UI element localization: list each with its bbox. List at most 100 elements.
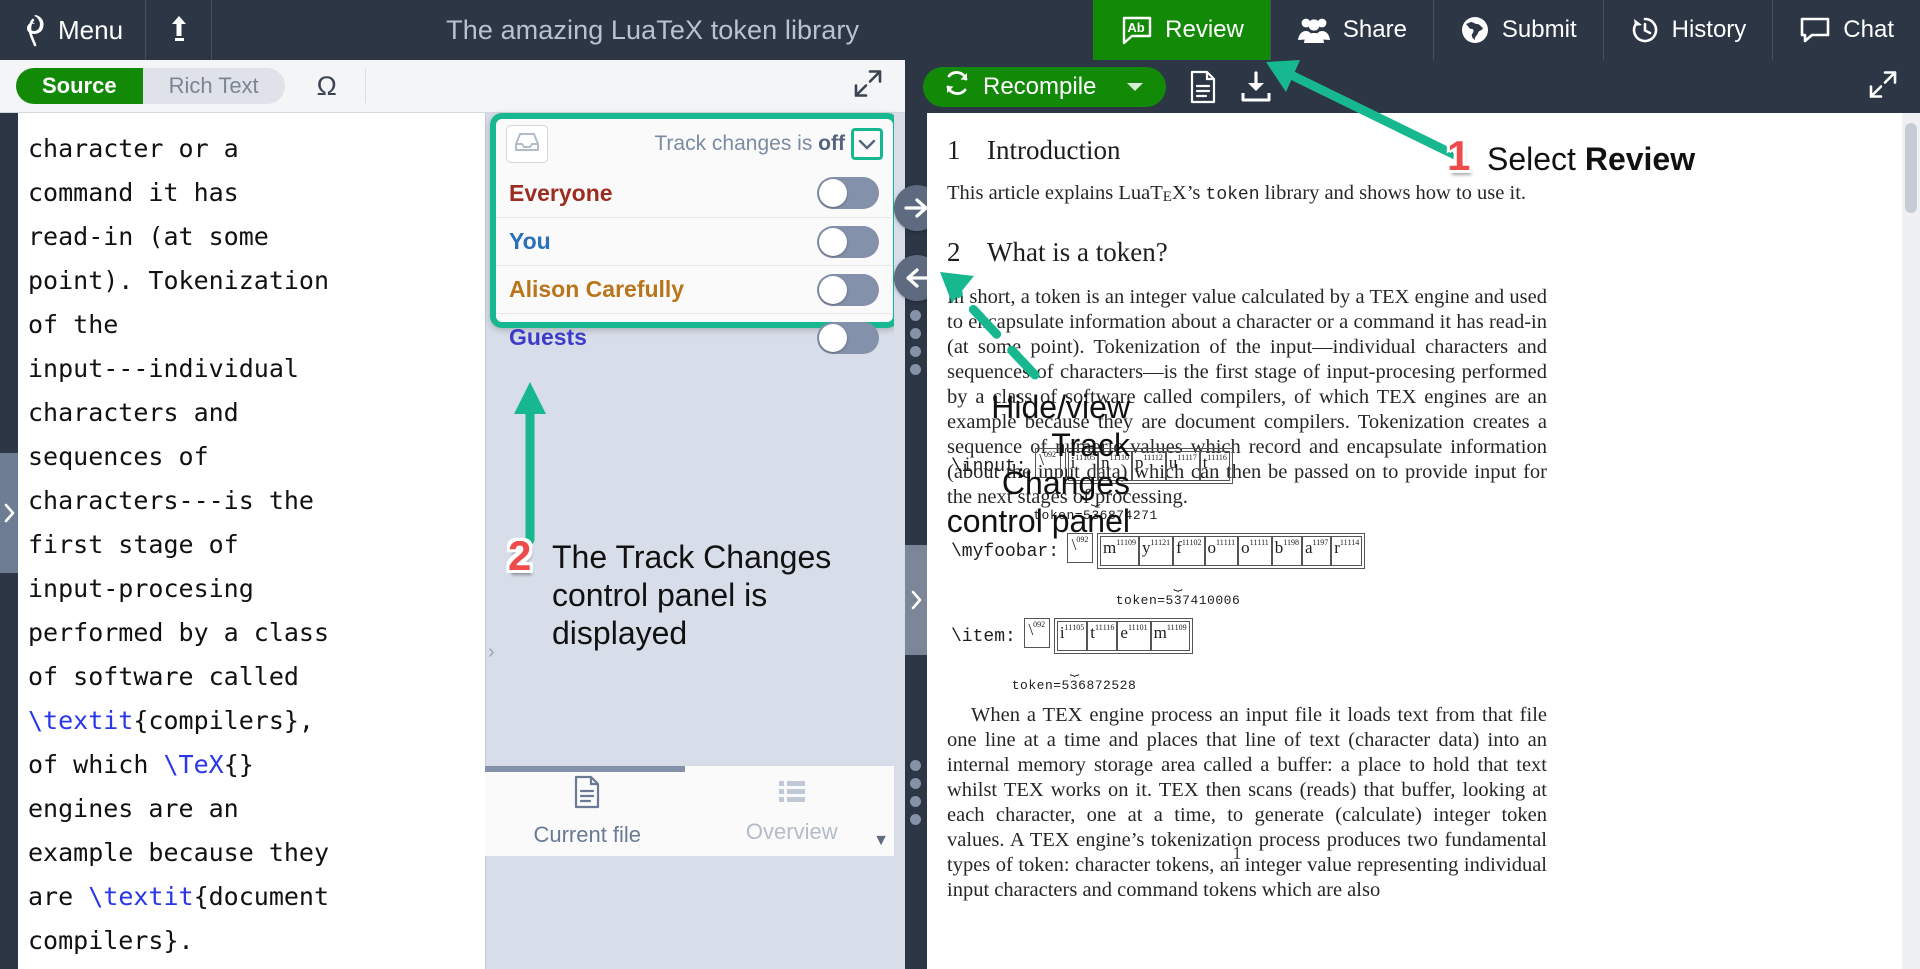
pdf-token-diagram-2: \myfoobar: \ 0 92 m 11 109 y 11 121 f 11 102 o 11… bbox=[951, 533, 1366, 608]
download-pdf-button[interactable] bbox=[1240, 70, 1272, 103]
track-changes-toggle-everyone[interactable] bbox=[817, 177, 879, 209]
inbox-tray-icon-button[interactable] bbox=[506, 125, 548, 163]
code-line: are \textit{document bbox=[28, 882, 330, 911]
pdf-token-diagram-2-label: token=537410006 bbox=[1115, 593, 1241, 608]
code-line: read-in (at some bbox=[28, 222, 269, 251]
tab-source[interactable]: Source bbox=[16, 68, 143, 104]
pdf-intro-pre: This article explains LuaT bbox=[947, 182, 1163, 204]
review-panel-scroll-down-icon[interactable]: ▼ bbox=[873, 832, 889, 850]
track-changes-row-you-label: You bbox=[509, 228, 551, 254]
annotation-text-3: Hide/view Track Changes control panel bbox=[946, 389, 1130, 539]
track-changes-status-value: off bbox=[818, 132, 845, 155]
upload-button[interactable] bbox=[146, 0, 213, 60]
pdf-scrollbar-thumb[interactable] bbox=[1905, 123, 1917, 213]
grip-dots-icon-upper[interactable] bbox=[910, 310, 921, 375]
pdf-intro-paragraph: This article explains LuaTEX’s token lib… bbox=[947, 182, 1527, 205]
annotation-text-1-plain: Select bbox=[1487, 141, 1585, 177]
pdf-heading-2-title: What is a token? bbox=[987, 237, 1168, 267]
source-code-editor[interactable]: character or a command it has read-in (at … bbox=[18, 113, 485, 969]
code-line: engines are an bbox=[28, 794, 239, 823]
pdf-intro-code: token bbox=[1205, 185, 1260, 205]
compile-logs-button[interactable] bbox=[1188, 70, 1218, 104]
pdf-heading-2: 2 What is a token? bbox=[947, 237, 1547, 268]
code-line: example because they bbox=[28, 838, 330, 867]
top-nav-right-group: Ab Review Share Submit History Chat bbox=[1093, 0, 1920, 60]
annotation-text-1: Select Review bbox=[1487, 140, 1787, 178]
recompile-options-caret-icon[interactable] bbox=[1112, 81, 1166, 93]
nav-button-submit-label: Submit bbox=[1501, 16, 1577, 43]
pdf-token-diagram-3-label: token=536872528 bbox=[1011, 678, 1137, 693]
code-line: input-procesing bbox=[28, 574, 254, 603]
code-line: compilers}. bbox=[28, 926, 194, 955]
pane-divider[interactable] bbox=[894, 113, 905, 969]
pdf-paragraph-3: When a TEX engine process an input file … bbox=[947, 704, 1547, 901]
pdf-token-diagram-3: \item: \ 0 92 i 11 105 t 11 116 e 11 101 m 11 109 … bbox=[951, 618, 1193, 693]
top-nav-left-group: Menu bbox=[0, 0, 213, 60]
recompile-button[interactable]: Recompile bbox=[923, 66, 1167, 107]
review-panel-tab-indicator bbox=[485, 766, 685, 772]
nav-button-chat[interactable]: Chat bbox=[1772, 0, 1920, 60]
code-line: command it has bbox=[28, 178, 239, 207]
top-navigation-bar: Menu The amazing LuaTeX token library Ab… bbox=[0, 0, 1920, 60]
track-changes-row-everyone: Everyone bbox=[496, 169, 893, 217]
nav-button-share-label: Share bbox=[1342, 16, 1407, 43]
tab-current-file-label: Current file bbox=[533, 822, 642, 847]
pdf-preview-pane[interactable]: 1 Introduction This article explains LuaT… bbox=[927, 113, 1920, 969]
svg-text:Ab: Ab bbox=[1128, 20, 1145, 35]
document-icon bbox=[572, 775, 602, 815]
token-char-group: m 11 109 y 11 121 f 11 102 o 11 111 o 11 111 b 11 98… bbox=[1097, 533, 1366, 569]
track-changes-toggle-alison-carefully[interactable] bbox=[817, 273, 879, 306]
track-changes-caret-icon[interactable] bbox=[851, 128, 883, 160]
symbol-palette-button[interactable]: Ω bbox=[307, 66, 347, 106]
tab-current-file[interactable]: Current file bbox=[485, 766, 690, 857]
pane-divider-rail bbox=[905, 113, 927, 969]
inbox-tray-icon bbox=[514, 131, 540, 158]
upload-arrow-icon bbox=[167, 14, 191, 47]
menu-button[interactable]: Menu bbox=[0, 0, 147, 60]
code-line: of software called bbox=[28, 662, 299, 691]
track-changes-row-guests-label: Guests bbox=[509, 324, 587, 350]
pdf-page: 1 Introduction This article explains LuaT… bbox=[927, 113, 1902, 969]
pdf-toolbar: Recompile bbox=[905, 60, 1920, 113]
nav-button-share[interactable]: Share bbox=[1269, 0, 1433, 60]
track-changes-toggle-you[interactable] bbox=[817, 225, 879, 258]
review-panel-tabs: Current file Overview ▼ bbox=[485, 765, 894, 856]
pdf-heading-1-title: Introduction bbox=[987, 135, 1121, 165]
code-line: \textit{compilers}, bbox=[28, 706, 314, 735]
review-speech-ab-icon: Ab bbox=[1119, 15, 1153, 45]
annotation-text-2: The Track Changes control panel is displ… bbox=[552, 539, 832, 651]
code-line: performed by a class bbox=[28, 618, 330, 647]
grip-dots-icon-lower[interactable] bbox=[910, 760, 921, 825]
review-panel-expand-handle[interactable]: › bbox=[488, 641, 495, 664]
page-title: The amazing LuaTeX token library bbox=[446, 14, 860, 45]
track-changes-panel-header: Track changes is off bbox=[496, 119, 893, 169]
pdf-page-number: 1 bbox=[1232, 843, 1242, 863]
tab-overview[interactable]: Overview bbox=[690, 766, 895, 857]
pdf-expand-button[interactable] bbox=[1868, 69, 1898, 104]
nav-button-history[interactable]: History bbox=[1602, 0, 1773, 60]
pdf-heading-1-number: 1 bbox=[947, 135, 961, 165]
annotation-badge-1: 1 bbox=[1447, 132, 1471, 179]
pdf-heading-2-number: 2 bbox=[947, 237, 961, 267]
globe-icon bbox=[1460, 15, 1490, 45]
track-changes-toggle-guests[interactable] bbox=[817, 321, 879, 354]
tab-rich-text[interactable]: Rich Text bbox=[143, 68, 285, 104]
pane-divider-handle[interactable] bbox=[905, 545, 927, 655]
list-icon bbox=[777, 778, 807, 812]
code-line: sequences of bbox=[28, 442, 209, 471]
source-richtext-switch[interactable]: Source Rich Text bbox=[16, 68, 285, 104]
nav-button-review-label: Review bbox=[1165, 16, 1244, 43]
track-changes-status-label: Track changes is off bbox=[548, 132, 851, 156]
track-changes-status-prefix: Track changes is bbox=[654, 132, 819, 155]
nav-button-submit[interactable]: Submit bbox=[1432, 0, 1603, 60]
annotation-text-1-bold: Review bbox=[1584, 141, 1696, 177]
pdf-scrollbar[interactable] bbox=[1902, 113, 1920, 969]
track-changes-row-guests: Guests bbox=[496, 313, 893, 361]
code-line: of which \TeX{} bbox=[28, 750, 254, 779]
nav-button-review[interactable]: Ab Review bbox=[1093, 0, 1270, 60]
left-rail-expand-handle[interactable] bbox=[0, 453, 18, 573]
left-rail bbox=[0, 113, 18, 969]
pdf-intro-post: library and shows how to use it. bbox=[1259, 182, 1527, 204]
editor-expand-button[interactable] bbox=[853, 69, 883, 104]
chat-bubble-icon bbox=[1799, 16, 1831, 44]
